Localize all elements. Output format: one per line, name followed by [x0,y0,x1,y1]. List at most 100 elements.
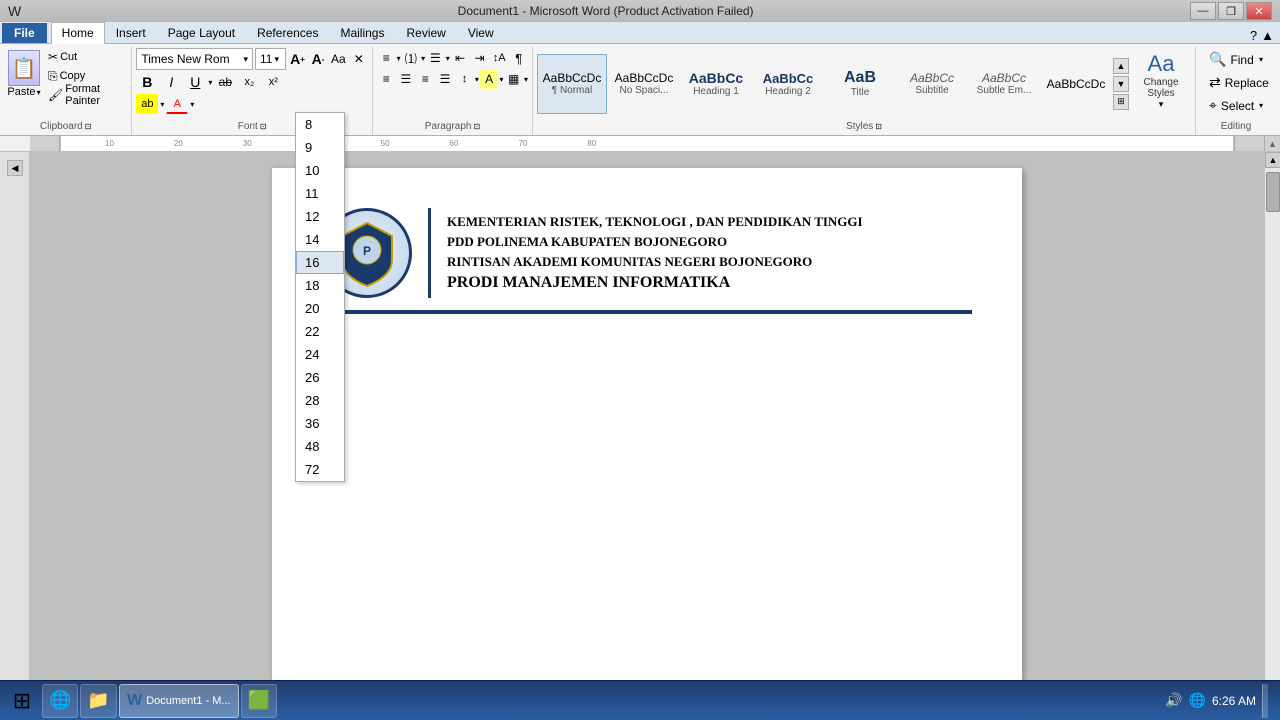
line-spacing-button[interactable]: ↕ [455,69,474,89]
font-size-option-20[interactable]: 20 [296,297,344,320]
numbering-button[interactable]: ⑴ [402,48,421,68]
vertical-scroll-up[interactable]: ◀ [7,160,23,176]
styles-scroll-down[interactable]: ▼ [1113,76,1129,92]
grow-font-button[interactable]: A+ [288,49,306,69]
paste-dropdown-arrow[interactable]: ▾ [37,88,41,97]
minimize-button[interactable]: — [1190,2,1216,20]
bullets-button[interactable]: ≡ [377,48,396,68]
replace-button[interactable]: ⇄ Replace [1204,71,1268,94]
font-size-option-48[interactable]: 48 [296,435,344,458]
shading-dropdown[interactable]: ▾ [499,75,503,84]
numbering-dropdown[interactable]: ▾ [421,54,425,63]
font-expand-icon[interactable]: ⊡ [260,122,267,131]
styles-scroll-up[interactable]: ▲ [1113,58,1129,74]
tab-references[interactable]: References [246,22,329,43]
superscript-button[interactable]: x² [262,72,284,92]
justify-button[interactable]: ☰ [436,69,455,89]
font-size-option-8[interactable]: 8 [296,113,344,136]
strikethrough-button[interactable]: ab [214,72,236,92]
style-heading2[interactable]: AaBbCc Heading 2 [753,54,823,114]
font-size-option-36[interactable]: 36 [296,412,344,435]
show-desktop-button[interactable] [1262,684,1268,718]
font-size-option-11[interactable]: 11 [296,182,344,205]
tab-view[interactable]: View [457,22,505,43]
font-size-option-10[interactable]: 10 [296,159,344,182]
document-cursor[interactable] [322,316,972,516]
italic-button[interactable]: I [160,72,182,92]
decrease-indent-button[interactable]: ⇤ [451,48,470,68]
bullets-dropdown[interactable]: ▾ [397,54,401,63]
font-size-option-22[interactable]: 22 [296,320,344,343]
clear-formatting-button[interactable]: ✕ [350,49,368,69]
borders-button[interactable]: ▦ [504,69,523,89]
font-size-option-72[interactable]: 72 [296,458,344,481]
ribbon-help-icon[interactable]: ? [1250,28,1257,43]
multilevel-list-button[interactable]: ☰ [426,48,445,68]
subscript-button[interactable]: x₂ [238,72,260,92]
font-size-option-18[interactable]: 18 [296,274,344,297]
find-button[interactable]: 🔍 Find ▾ [1204,48,1268,71]
tab-page-layout[interactable]: Page Layout [157,22,246,43]
bold-button[interactable]: B [136,72,158,92]
tab-insert[interactable]: Insert [105,22,157,43]
tab-home[interactable]: Home [51,22,105,44]
underline-button[interactable]: U [184,72,206,92]
align-center-button[interactable]: ☰ [397,69,416,89]
font-size-input[interactable]: 11 ▾ [255,48,286,70]
close-button[interactable]: ✕ [1246,2,1272,20]
font-size-option-9[interactable]: 9 [296,136,344,159]
style-normal[interactable]: AaBbCcDc ¶ Normal [537,54,607,114]
style-extra[interactable]: AaBbCcDc [1041,54,1111,114]
font-size-dropdown-arrow[interactable]: ▾ [274,54,279,65]
restore-button[interactable]: ❐ [1218,2,1244,20]
system-tray-icon1[interactable]: 🔊 [1165,692,1182,709]
tab-file[interactable]: File [2,23,47,43]
borders-dropdown[interactable]: ▾ [524,75,528,84]
align-left-button[interactable]: ≡ [377,69,396,89]
scroll-thumb[interactable] [1266,172,1280,212]
scroll-up-button[interactable]: ▲ [1265,152,1280,168]
select-button[interactable]: ⌖ Select ▾ [1204,94,1268,117]
cut-button[interactable]: ✂ Cut [44,48,125,66]
change-styles-button[interactable]: Aa Change Styles ▾ [1131,48,1191,112]
font-size-option-16[interactable]: 16 [296,251,344,274]
styles-expand-gallery[interactable]: ⊞ [1113,94,1129,110]
style-no-spacing[interactable]: AaBbCcDc No Spaci... [609,54,679,114]
font-name-input[interactable]: Times New Rom ▾ [136,48,253,70]
tab-review[interactable]: Review [395,22,456,43]
styles-expand-icon[interactable]: ⊡ [875,122,882,131]
style-subtle-emphasis[interactable]: AaBbCc Subtle Em... [969,54,1039,114]
change-case-button[interactable]: Aa [329,49,347,69]
find-dropdown[interactable]: ▾ [1259,55,1263,64]
tab-mailings[interactable]: Mailings [329,22,395,43]
highlight-dropdown[interactable]: ▾ [160,100,164,109]
font-size-option-12[interactable]: 12 [296,205,344,228]
taskbar-app2[interactable]: 🟩 [241,684,277,718]
style-heading1[interactable]: AaBbCc Heading 1 [681,54,751,114]
font-color-dropdown[interactable]: ▾ [190,100,194,109]
font-size-option-14[interactable]: 14 [296,228,344,251]
increase-indent-button[interactable]: ⇥ [470,48,489,68]
multilevel-dropdown[interactable]: ▾ [446,54,450,63]
scroll-track[interactable] [1265,168,1280,680]
font-size-option-26[interactable]: 26 [296,366,344,389]
start-button[interactable]: ⊞ [4,684,40,718]
taskbar-ie[interactable]: 🌐 [42,684,78,718]
paragraph-expand-icon[interactable]: ⊡ [474,122,481,131]
taskbar-explorer[interactable]: 📁 [80,684,116,718]
style-title[interactable]: AaB Title [825,54,895,114]
style-subtitle[interactable]: AaBbCc Subtitle [897,54,967,114]
show-formatting-button[interactable]: ¶ [509,48,528,68]
clipboard-expand-icon[interactable]: ⊡ [85,122,92,131]
shading-button[interactable]: A [480,69,499,89]
ribbon-minimize-icon[interactable]: ▲ [1261,28,1274,43]
select-dropdown[interactable]: ▾ [1259,101,1263,110]
font-color-button[interactable]: A [166,94,188,114]
document-area[interactable]: P KEMENTERIAN RISTEK, TEKNOLOGI , DAN PE… [30,152,1264,696]
text-highlight-button[interactable]: ab [136,94,158,114]
format-painter-button[interactable]: 🖌 Format Painter [44,86,125,104]
taskbar-word[interactable]: W Document1 - M... [119,684,239,718]
font-name-dropdown-arrow[interactable]: ▾ [243,54,248,65]
sort-button[interactable]: ↕A [490,48,509,68]
align-right-button[interactable]: ≡ [416,69,435,89]
